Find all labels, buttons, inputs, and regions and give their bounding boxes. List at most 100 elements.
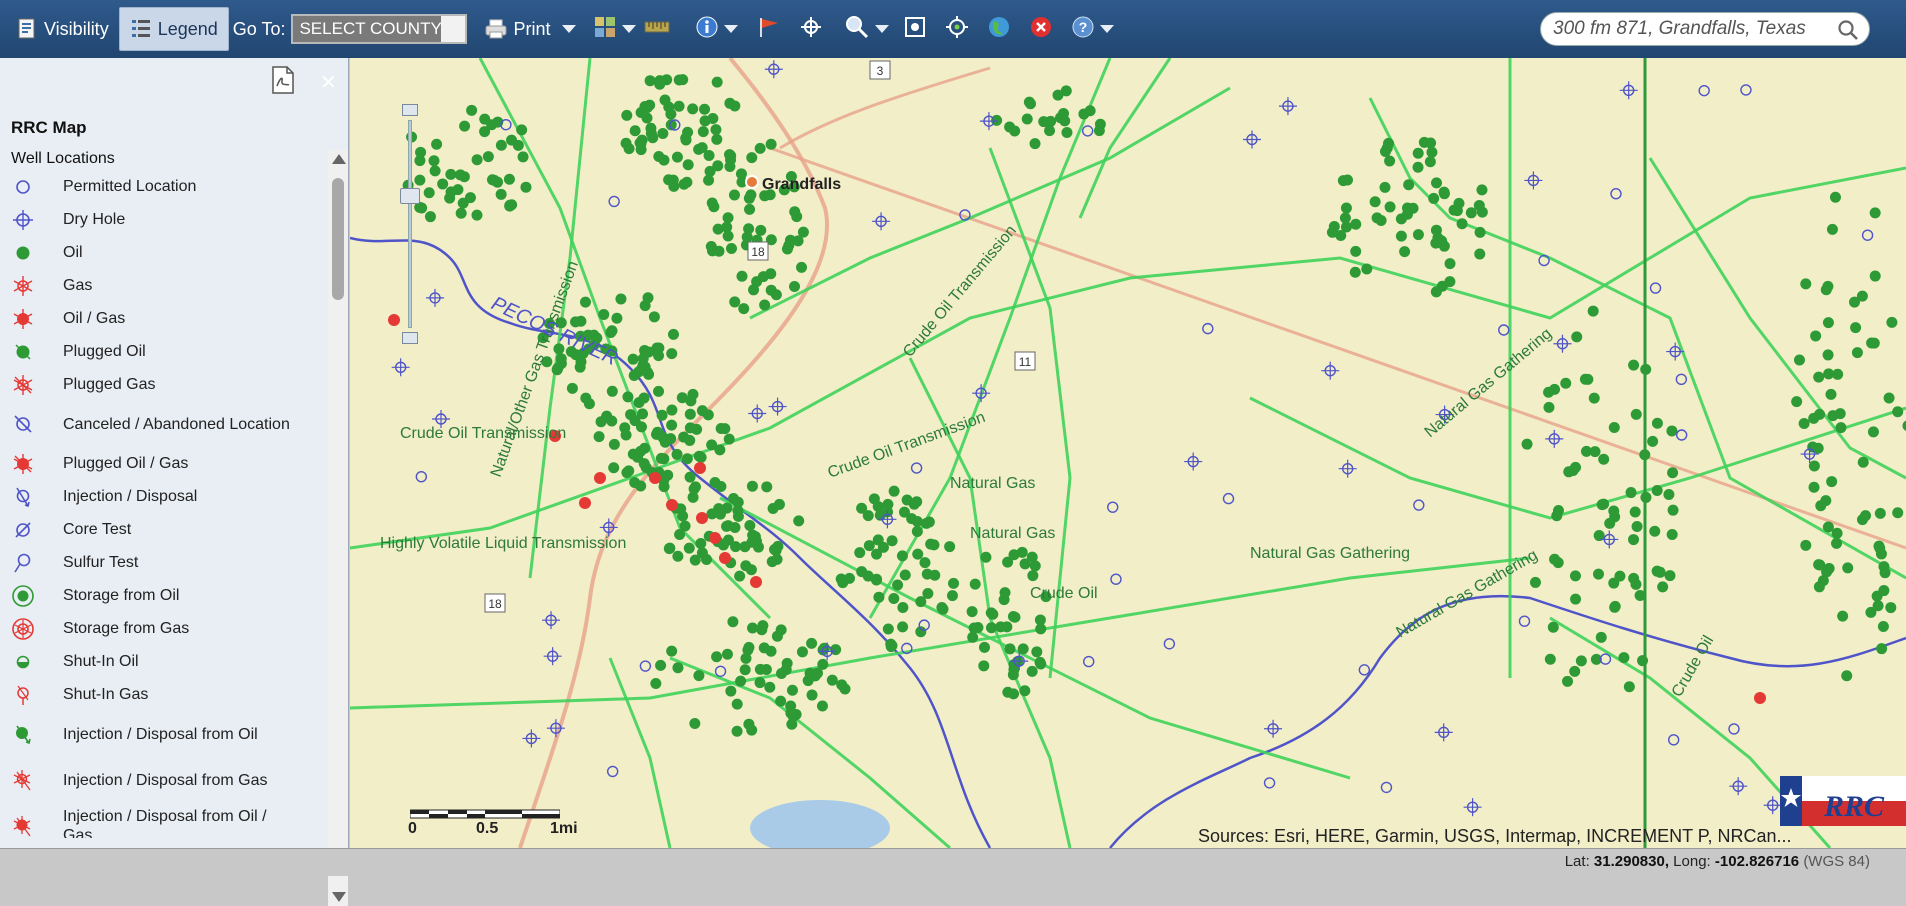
highway-shield-label: 18 (751, 245, 765, 259)
search-tool-dropdown-icon[interactable] (875, 25, 890, 33)
oil-well-symbol (429, 165, 441, 177)
oil-well-symbol (551, 364, 563, 376)
search-tool-button[interactable] (846, 9, 890, 49)
close-panel-icon[interactable]: ✕ (320, 70, 337, 95)
legend-item-label: Injection / Disposal from Oil / Gas (63, 808, 267, 838)
oil-well-symbol (1666, 528, 1678, 540)
oil-well-symbol (1666, 425, 1678, 437)
legend-item: Sulfur Test (0, 546, 328, 579)
permitted-location-symbol (639, 660, 652, 672)
search-icon[interactable] (1837, 19, 1859, 47)
oil-well-symbol (657, 128, 669, 140)
map-view[interactable]: Natural Gas Gathering Natural/Other Gas T… (350, 58, 1906, 848)
print-button[interactable]: Print (475, 7, 586, 51)
oil-well-symbol (1834, 408, 1846, 420)
oil-well-symbol (1543, 401, 1555, 413)
oil-well-symbol (1651, 484, 1663, 496)
town-marker-icon (745, 175, 759, 189)
oil-well-symbol (755, 224, 767, 236)
oil-well-symbol (1640, 363, 1652, 375)
scrollbar-thumb[interactable] (332, 178, 344, 300)
zoom-slider[interactable] (400, 104, 420, 344)
zoom-in-button[interactable] (402, 104, 418, 116)
oil-well-symbol (1793, 354, 1805, 366)
zoom-to-location-button[interactable] (936, 9, 978, 49)
oil-well-symbol (711, 133, 723, 145)
oil-well-symbol (1640, 491, 1652, 503)
oil-well-symbol (1369, 196, 1381, 208)
oil-well-symbol (736, 270, 748, 282)
zoom-track[interactable] (408, 120, 412, 328)
oil-well-symbol (1529, 576, 1541, 588)
oil-well-symbol (681, 453, 693, 465)
zoom-out-button[interactable] (402, 332, 418, 344)
oil-well-symbol (1892, 507, 1904, 519)
visibility-button[interactable]: Visibility (6, 7, 119, 51)
legend-button[interactable]: Legend (118, 7, 229, 51)
oil-well-symbol (671, 448, 683, 460)
oil-well-symbol (642, 366, 654, 378)
oil-well-symbol (1832, 368, 1844, 380)
oil-well-symbol (466, 104, 478, 116)
oil-well-symbol (744, 520, 756, 532)
address-search-input[interactable]: 300 fm 871, Grandfalls, Texas (1540, 12, 1870, 46)
globe-button[interactable] (978, 9, 1020, 49)
help-button[interactable]: ? (1072, 9, 1115, 49)
svg-text:RRC: RRC (1823, 790, 1885, 823)
basemap-gallery-button[interactable] (594, 9, 637, 49)
oil-well-symbol (1631, 521, 1643, 533)
identify-button[interactable] (696, 9, 739, 49)
oil-well-symbol (648, 311, 660, 323)
oil-well-symbol (1340, 202, 1352, 214)
county-dropdown-arrow[interactable] (441, 16, 466, 42)
oil-well-symbol (672, 662, 684, 674)
oil-well-symbol (517, 151, 529, 163)
lat-label: Lat: (1564, 853, 1590, 870)
oil-well-symbol (987, 608, 999, 620)
oil-well-symbol (966, 606, 978, 618)
measure-button[interactable] (636, 9, 678, 49)
oil-well-symbol (870, 574, 882, 586)
full-extent-button[interactable] (894, 9, 936, 49)
legend-scrollbar[interactable] (328, 150, 348, 906)
oil-well-symbol (1562, 675, 1574, 687)
print-dropdown-icon[interactable] (562, 25, 577, 33)
oil-well-symbol (1474, 248, 1486, 260)
scale-label-0: 0 (408, 820, 417, 837)
county-select[interactable]: SELECT COUNTY (291, 14, 468, 44)
oil-well-symbol (1857, 456, 1869, 468)
flag-button[interactable] (748, 9, 790, 49)
oil-well-symbol (765, 138, 777, 150)
locate-coordinates-button[interactable] (790, 9, 832, 49)
oil-well-symbol (968, 622, 980, 634)
help-dropdown-icon[interactable] (1100, 25, 1115, 33)
oil-well-symbol (663, 543, 675, 555)
pdf-export-icon[interactable] (270, 66, 296, 99)
pipeline-label: Natural Gas (970, 525, 1055, 542)
oil-well-symbol (666, 419, 678, 431)
oil-well-symbol (1570, 593, 1582, 605)
oil-well-symbol (696, 547, 708, 559)
permitted-location-symbol (714, 665, 727, 677)
clear-button[interactable] (1020, 9, 1062, 49)
oil-well-symbol (759, 299, 771, 311)
oil-well-symbol (1418, 136, 1430, 148)
scroll-down-arrow-icon[interactable] (332, 892, 346, 902)
oil-well-symbol (789, 206, 801, 218)
scroll-up-arrow-icon[interactable] (332, 154, 346, 164)
identify-dropdown-icon[interactable] (724, 25, 739, 33)
legend-item-label: Storage from Gas (63, 620, 190, 637)
basemap-dropdown-icon[interactable] (622, 25, 637, 33)
oil-well-symbol (687, 103, 699, 115)
oil-well-symbol (912, 548, 924, 560)
permitted-location-symbol (910, 462, 923, 474)
pipeline-label: Natural Gas (950, 475, 1035, 492)
map-canvas[interactable]: Natural Gas Gathering Natural/Other Gas T… (350, 58, 1906, 848)
zoom-thumb[interactable] (400, 188, 420, 204)
oil-well-symbol (1647, 435, 1659, 447)
oil-well-symbol (746, 724, 758, 736)
legend-item-label: Injection / Disposal from Oil (63, 725, 258, 743)
oil-well-symbol (671, 151, 683, 163)
highway-road (779, 66, 991, 150)
oil-well-symbol (714, 444, 726, 456)
